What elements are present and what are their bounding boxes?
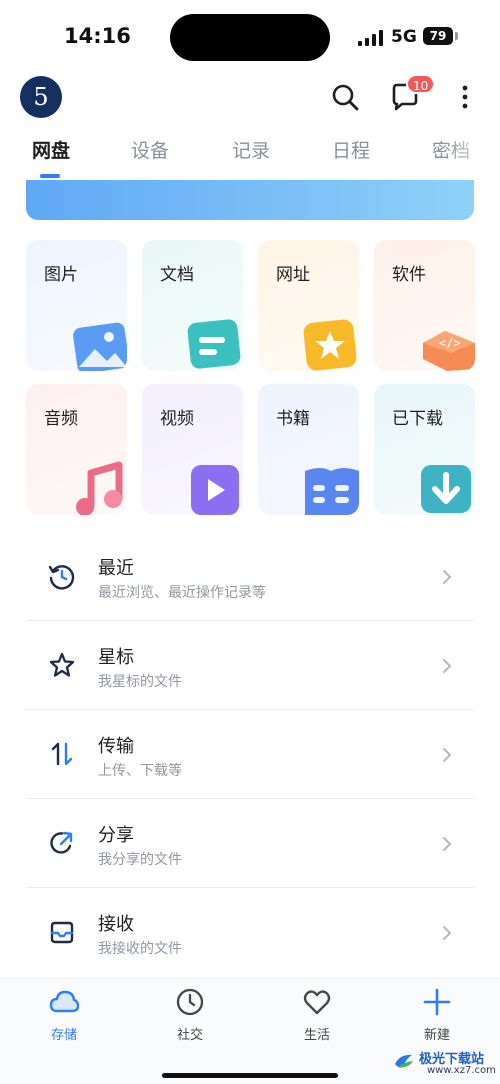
star-bookmark-icon — [303, 319, 357, 371]
list-item-subtitle: 最近浏览、最近操作记录等 — [98, 585, 266, 601]
nav-label: 存储 — [50, 1028, 77, 1043]
nav-storage[interactable]: 存储 — [24, 987, 104, 1051]
category-label: 图片 — [44, 265, 78, 285]
watermark-url: www.xz7.com — [427, 1065, 496, 1076]
status-bar: 14:16 5G 79 — [0, 0, 500, 72]
software-icon: </> — [423, 331, 475, 371]
nav-label: 社交 — [176, 1028, 203, 1043]
svg-text:</>: </> — [439, 336, 461, 350]
list-item-title: 传输 — [98, 736, 134, 757]
watermark: 极光下载站 www.xz7.com — [392, 1046, 496, 1080]
watermark-logo-icon — [395, 1054, 413, 1068]
cloud-icon — [49, 990, 79, 1013]
chevron-right-icon — [443, 926, 452, 940]
book-icon — [305, 468, 359, 515]
list-item-subtitle: 上传、下载等 — [98, 763, 182, 779]
nav-label: 新建 — [423, 1028, 450, 1043]
list-item-received[interactable]: 接收 我接收的文件 — [0, 888, 500, 977]
list-item-transfer[interactable]: 传输 上传、下载等 — [0, 710, 500, 799]
list-item-title: 分享 — [98, 825, 134, 846]
category-label: 视频 — [160, 409, 194, 429]
category-software[interactable]: 软件 </> — [374, 240, 475, 371]
active-tab-indicator — [40, 174, 60, 178]
list-item-subtitle: 我接收的文件 — [98, 941, 182, 957]
category-label: 音频 — [44, 409, 78, 429]
clock-history-icon — [48, 565, 75, 590]
category-books[interactable]: 书籍 — [258, 384, 359, 515]
star-icon — [49, 652, 75, 677]
nav-social[interactable]: 社交 — [150, 987, 230, 1051]
search-icon[interactable] — [330, 82, 360, 112]
category-audio[interactable]: 音频 — [26, 384, 127, 515]
heart-icon — [303, 990, 331, 1015]
tab-devices[interactable]: 设备 — [131, 136, 169, 163]
list-item-title: 接收 — [98, 914, 134, 935]
cellular-signal-icon — [358, 30, 383, 46]
promo-banner[interactable] — [26, 180, 474, 220]
battery-icon: 79 — [423, 27, 453, 45]
chevron-right-icon — [443, 570, 452, 584]
nav-create[interactable]: 新建 — [397, 987, 477, 1051]
category-documents[interactable]: 文档 — [142, 240, 243, 371]
nav-life[interactable]: 生活 — [277, 987, 357, 1051]
category-label: 书籍 — [276, 409, 310, 429]
list-item-share[interactable]: 分享 我分享的文件 — [0, 799, 500, 888]
nav-label: 生活 — [303, 1028, 330, 1043]
category-label: 已下载 — [392, 409, 443, 429]
status-time: 14:16 — [64, 24, 131, 48]
chevron-right-icon — [443, 659, 452, 673]
tab-schedule[interactable]: 日程 — [332, 136, 370, 163]
music-icon — [76, 461, 123, 515]
battery-tip — [455, 32, 458, 40]
list-item-subtitle: 我分享的文件 — [98, 852, 182, 868]
top-tabs: 网盘 设备 记录 日程 密档 — [0, 130, 500, 180]
category-downloaded[interactable]: 已下载 — [374, 384, 475, 515]
network-type: 5G — [391, 27, 417, 47]
category-images[interactable]: 图片 — [26, 240, 127, 371]
document-icon — [187, 319, 241, 369]
image-icon — [73, 322, 127, 371]
transfer-icon — [51, 742, 73, 766]
share-icon — [50, 831, 73, 854]
list-item-title: 星标 — [98, 647, 134, 668]
download-icon — [421, 465, 471, 513]
home-indicator — [162, 1073, 338, 1078]
category-video[interactable]: 视频 — [142, 384, 243, 515]
category-websites[interactable]: 网址 — [258, 240, 359, 371]
inbox-icon — [50, 921, 74, 944]
video-icon — [191, 465, 239, 515]
tab-netdisk[interactable]: 网盘 — [32, 136, 70, 163]
chevron-right-icon — [443, 748, 452, 762]
clock-icon — [176, 988, 204, 1016]
avatar[interactable]: 5 — [20, 76, 62, 118]
chevron-right-icon — [443, 837, 452, 851]
tab-records[interactable]: 记录 — [232, 136, 270, 163]
tab-fade-overlay — [440, 130, 500, 180]
message-badge: 10 — [406, 74, 436, 94]
category-label: 软件 — [392, 265, 426, 285]
list-item-subtitle: 我星标的文件 — [98, 674, 182, 690]
more-options-icon[interactable] — [450, 82, 480, 112]
list-item-recent[interactable]: 最近 最近浏览、最近操作记录等 — [0, 532, 500, 621]
list-item-starred[interactable]: 星标 我星标的文件 — [0, 621, 500, 710]
plus-icon — [423, 988, 451, 1016]
list-item-title: 最近 — [98, 558, 134, 579]
dynamic-island — [170, 14, 330, 61]
category-label: 文档 — [160, 265, 194, 285]
category-label: 网址 — [276, 265, 310, 285]
